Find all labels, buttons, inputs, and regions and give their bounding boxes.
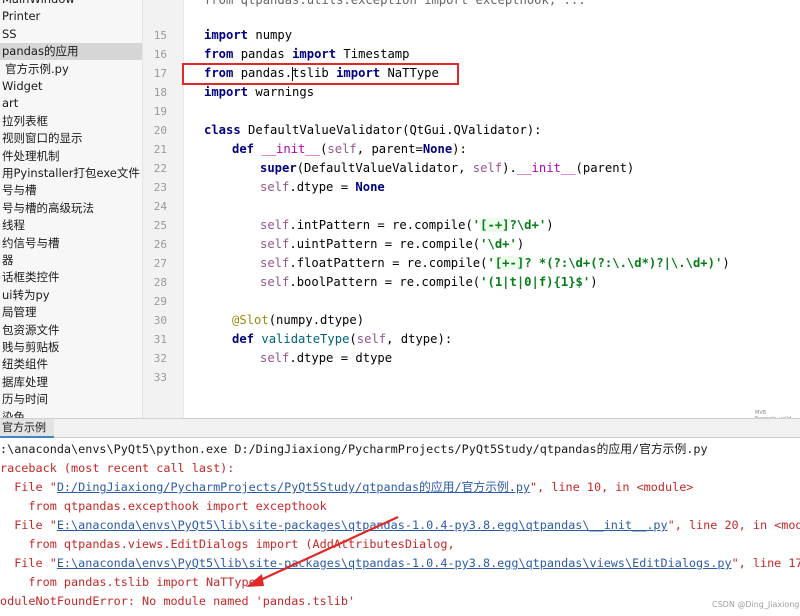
tree-item[interactable]: 用Pyinstaller打包exe文件 bbox=[0, 165, 142, 182]
tree-item[interactable]: MainWindow bbox=[0, 0, 142, 8]
console-file-line-3: File "E:\anaconda\envs\PyQt5\lib\site-pa… bbox=[0, 556, 800, 570]
line-number: 21 bbox=[153, 143, 167, 156]
tree-item[interactable]: 号与槽 bbox=[0, 182, 142, 199]
line-number: 19 bbox=[153, 105, 167, 118]
run-console[interactable]: :\anaconda\envs\PyQt5\python.exe D:/Ding… bbox=[0, 438, 800, 616]
tree-item[interactable]: art bbox=[0, 95, 142, 112]
console-file-line-1: File "D:/DingJiaxiong/PycharmProjects/Py… bbox=[0, 480, 694, 494]
console-code-line-2: from qtpandas.views.EditDialogs import (… bbox=[0, 537, 455, 551]
line-number: 16 bbox=[153, 48, 167, 61]
tree-item[interactable]: 历与时间 bbox=[0, 391, 142, 408]
code-line-32: self.dtype = dtype bbox=[260, 351, 393, 365]
line-number: 18 bbox=[153, 86, 167, 99]
tree-item[interactable]: 贱与剪贴板 bbox=[0, 339, 142, 356]
line-number: 25 bbox=[153, 219, 167, 232]
console-error-message: oduleNotFoundError: No module named 'pan… bbox=[0, 594, 356, 608]
line-number: 23 bbox=[153, 181, 167, 194]
code-line-31: def validateType(self, dtype): bbox=[232, 332, 453, 346]
line-number: 15 bbox=[153, 29, 167, 42]
code-line-15: import numpy bbox=[204, 28, 293, 42]
tree-item[interactable]: 件处理机制 bbox=[0, 148, 142, 165]
tree-item[interactable]: 染色 bbox=[0, 409, 142, 418]
project-tree[interactable]: MainWindowPrinterSSpandas的应用官方示例.pyWidge… bbox=[0, 0, 143, 418]
line-number-gutter: 15 16 17 18 19 20 21 22 23 24 25 26 27 28 29 30 31 32 33 bbox=[143, 0, 184, 418]
tree-item[interactable]: 拉列表框 bbox=[0, 113, 142, 130]
tree-item[interactable]: Printer bbox=[0, 8, 142, 25]
tree-item[interactable]: 纽类组件 bbox=[0, 356, 142, 373]
console-file-link-3[interactable]: E:\anaconda\envs\PyQt5\lib\site-packages… bbox=[57, 556, 732, 570]
run-tab[interactable]: 官方示例 bbox=[0, 419, 54, 438]
code-line-26: self.uintPattern = re.compile('\d+') bbox=[260, 237, 525, 251]
line-number: 26 bbox=[153, 238, 167, 251]
tree-item[interactable]: 线程 bbox=[0, 217, 142, 234]
code-line-30: @Slot(numpy.dtype) bbox=[232, 313, 365, 327]
console-command-line: :\anaconda\envs\PyQt5\python.exe D:/Ding… bbox=[0, 442, 708, 456]
line-number: 31 bbox=[153, 333, 167, 346]
console-traceback-header: raceback (most recent call last): bbox=[0, 461, 235, 475]
line-number: 29 bbox=[153, 295, 167, 308]
console-file-link-1[interactable]: D:/DingJiaxiong/PycharmProjects/PyQt5Stu… bbox=[57, 480, 530, 494]
code-line-27: self.floatPattern = re.compile('[+-]? *(… bbox=[260, 256, 730, 270]
tree-item[interactable]: pandas的应用 bbox=[0, 43, 142, 61]
line-number: 22 bbox=[153, 162, 167, 175]
line-number: 28 bbox=[153, 276, 167, 289]
console-code-line-1: from qtpandas.excepthook import exceptho… bbox=[0, 499, 327, 513]
console-file-link-2[interactable]: E:\anaconda\envs\PyQt5\lib\site-packages… bbox=[57, 518, 668, 532]
tree-item[interactable]: 包资源文件 bbox=[0, 322, 142, 339]
line-number: 32 bbox=[153, 352, 167, 365]
line-number: 33 bbox=[153, 371, 167, 384]
tree-item[interactable]: 官方示例.py bbox=[0, 61, 142, 78]
console-file-line-2: File "E:\anaconda\envs\PyQt5\lib\site-pa… bbox=[0, 518, 800, 532]
line-number: 27 bbox=[153, 257, 167, 270]
tree-item[interactable]: ui转为py bbox=[0, 287, 142, 304]
tree-item[interactable]: 话框类控件 bbox=[0, 269, 142, 286]
highlight-annotation-box bbox=[182, 63, 459, 85]
code-line-22: super(DefaultValueValidator, self).__ini… bbox=[260, 161, 635, 175]
tree-item[interactable]: 号与槽的高级玩法 bbox=[0, 200, 142, 217]
tree-item[interactable]: SS bbox=[0, 26, 142, 43]
code-line-21: def __init__(self, parent=None): bbox=[232, 142, 467, 156]
tree-item[interactable]: Widget bbox=[0, 78, 142, 95]
console-code-line-3: from pandas.tslib import NaTType bbox=[0, 575, 256, 589]
line-number: 24 bbox=[153, 200, 167, 213]
code-line-18: import warnings bbox=[204, 85, 315, 99]
line-number: 20 bbox=[153, 124, 167, 137]
code-line-28: self.boolPattern = re.compile('(1|t|0|f)… bbox=[260, 275, 598, 289]
tree-item[interactable]: 约信号与槽 bbox=[0, 235, 142, 252]
line-number: 30 bbox=[153, 314, 167, 327]
code-line-25: self.intPattern = re.compile('[-+]?\d+') bbox=[260, 218, 554, 232]
run-tool-window-header: 官方示例 bbox=[0, 418, 800, 438]
tree-item[interactable]: 局管理 bbox=[0, 304, 142, 321]
code-line-20: class DefaultValueValidator(QtGui.QValid… bbox=[204, 123, 542, 137]
code-line-23: self.dtype = None bbox=[260, 180, 385, 194]
tree-item[interactable]: 器 bbox=[0, 252, 142, 269]
watermark: CSDN @Ding_Jiaxiong bbox=[712, 600, 800, 609]
line-number: 17 bbox=[153, 67, 167, 80]
code-line-14: from qtpandas.utils.exception import exc… bbox=[204, 0, 586, 7]
tree-item[interactable]: 视则窗口的显示 bbox=[0, 130, 142, 147]
code-line-16: from pandas import Timestamp bbox=[204, 47, 410, 61]
tree-item[interactable]: 据库处理 bbox=[0, 374, 142, 391]
